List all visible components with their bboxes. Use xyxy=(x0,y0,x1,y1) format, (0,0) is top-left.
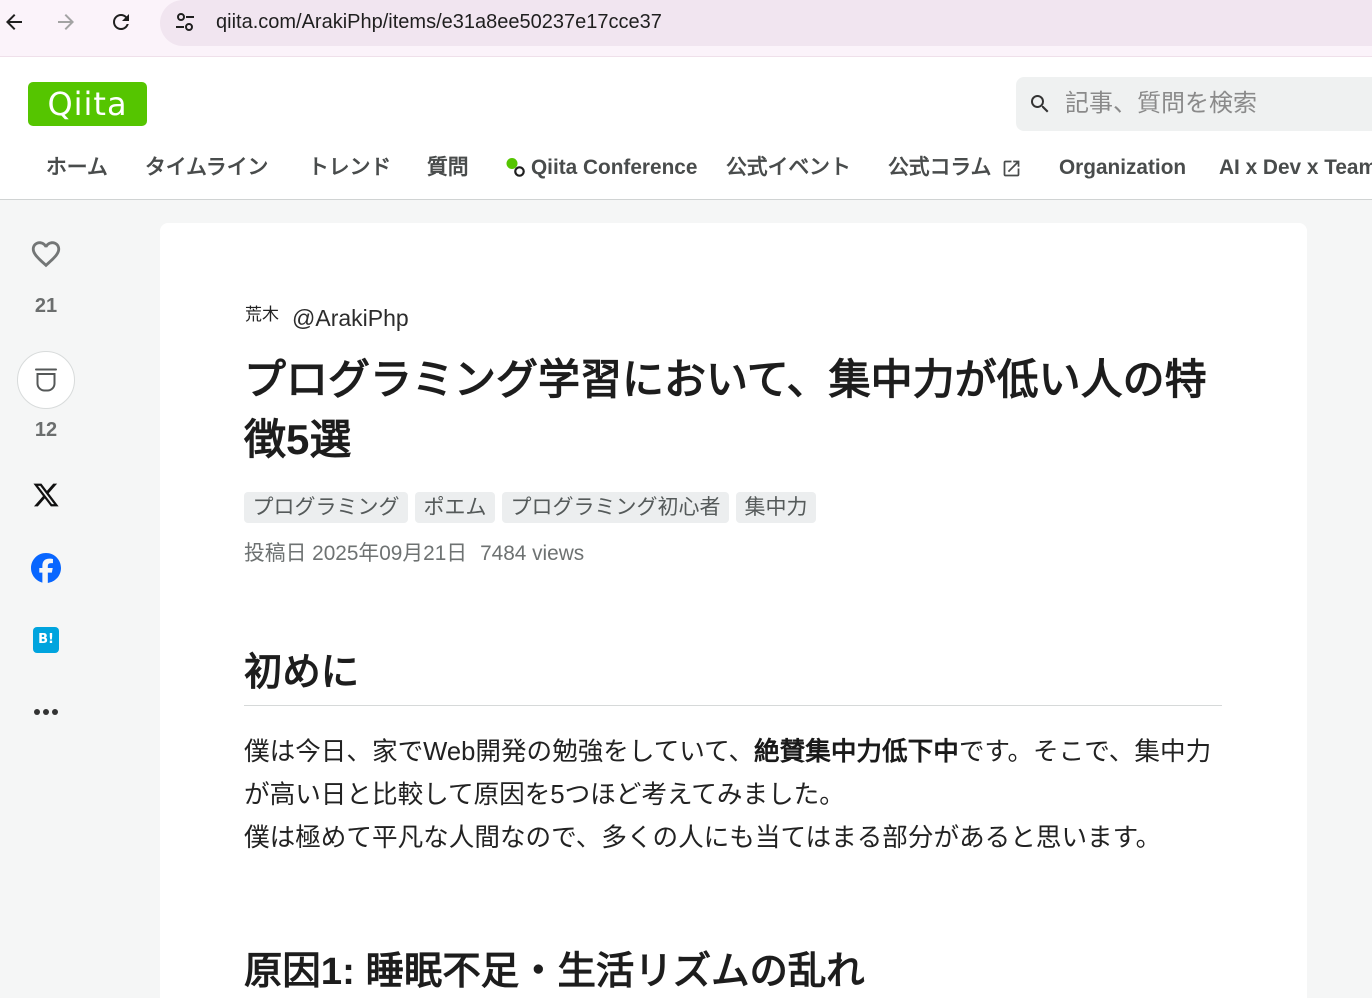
x-logo-icon[interactable] xyxy=(32,481,60,509)
intro-paragraph: 僕は今日、家でWeb開発の勉強をしていて、絶賛集中力低下中です。そこで、集中力が… xyxy=(244,731,1234,860)
paragraph-text: 僕は極めて平凡な人間なので、多くの人にも当てはまる部分があると思います。 xyxy=(244,824,1162,852)
nav-qiita-conference-label: Qiita Conference xyxy=(531,156,698,179)
back-button[interactable] xyxy=(0,8,28,36)
nav-official-column-label: 公式コラム xyxy=(888,156,992,179)
posted-date: 投稿日 2025年09月21日 xyxy=(244,542,468,565)
article-side-actions: 21 12 B! xyxy=(0,200,92,998)
search-input[interactable] xyxy=(1065,86,1365,122)
article-card: 荒木 @ArakiPhp プログラミング学習において、集中力が低い人の特徴5選 … xyxy=(160,223,1307,998)
nav-official-events[interactable]: 公式イベント xyxy=(726,155,851,181)
article-title: プログラミング学習において、集中力が低い人の特徴5選 xyxy=(244,356,1207,463)
nav-organization[interactable]: Organization xyxy=(1059,155,1186,181)
arrow-right-icon xyxy=(54,10,78,34)
section-heading: 初めに xyxy=(244,645,1222,706)
author-handle[interactable]: @ArakiPhp xyxy=(292,304,409,332)
heart-icon[interactable] xyxy=(29,237,63,271)
nav-timeline[interactable]: タイムライン xyxy=(145,155,268,181)
like-count[interactable]: 21 xyxy=(16,294,76,318)
nav-ai-dev-team[interactable]: AI x Dev x Team xyxy=(1219,155,1372,181)
paragraph-text: 僕は今日、家でWeb開発の勉強をしていて、 xyxy=(244,738,755,766)
tag[interactable]: プログラミング初心者 xyxy=(502,492,729,523)
article-meta: 投稿日 2025年09月21日 7484 views xyxy=(244,541,584,567)
tag[interactable]: 集中力 xyxy=(736,492,816,523)
reload-button[interactable] xyxy=(107,8,135,36)
tune-icon[interactable] xyxy=(174,11,196,33)
more-dots-icon[interactable] xyxy=(33,706,59,718)
nav-home[interactable]: ホーム xyxy=(46,155,108,181)
tag-list: プログラミング ポエム プログラミング初心者 集中力 xyxy=(244,492,816,523)
search-box[interactable] xyxy=(1016,77,1372,131)
nav-questions[interactable]: 質問 xyxy=(427,155,469,181)
forward-button[interactable] xyxy=(52,8,80,36)
reload-icon xyxy=(109,10,133,34)
nav-trend[interactable]: トレンド xyxy=(308,155,391,181)
arrow-left-icon xyxy=(2,10,26,34)
section-heading: 原因1: 睡眠不足・生活リズムの乱れ xyxy=(244,950,865,993)
stock-button[interactable] xyxy=(17,351,75,409)
paragraph-bold-text: 絶賛集中力低下中 xyxy=(754,738,959,766)
view-count: 7484 views xyxy=(480,542,585,565)
qiita-conference-icon xyxy=(505,157,527,179)
search-icon xyxy=(1028,92,1052,116)
qiita-logo[interactable]: Qiita xyxy=(28,82,147,126)
url-text[interactable]: qiita.com/ArakiPhp/items/e31a8ee50237e17… xyxy=(216,10,662,34)
tag[interactable]: ポエム xyxy=(415,492,495,523)
nav-official-column[interactable]: 公式コラム xyxy=(888,155,1022,181)
address-bar[interactable]: qiita.com/ArakiPhp/items/e31a8ee50237e17… xyxy=(160,0,1372,46)
tag[interactable]: プログラミング xyxy=(244,492,408,523)
facebook-icon[interactable] xyxy=(31,553,61,583)
stock-icon xyxy=(34,367,58,393)
external-link-icon xyxy=(1001,158,1022,179)
hatena-bookmark-icon[interactable]: B! xyxy=(33,627,59,653)
author-avatar[interactable]: 荒木 xyxy=(245,306,279,324)
nav-qiita-conference[interactable]: Qiita Conference xyxy=(505,155,697,181)
site-header: Qiita ホーム タイムライン トレンド 質問 Qiita Conferenc… xyxy=(0,57,1372,200)
browser-toolbar: qiita.com/ArakiPhp/items/e31a8ee50237e17… xyxy=(0,0,1372,57)
stock-count[interactable]: 12 xyxy=(16,418,76,442)
